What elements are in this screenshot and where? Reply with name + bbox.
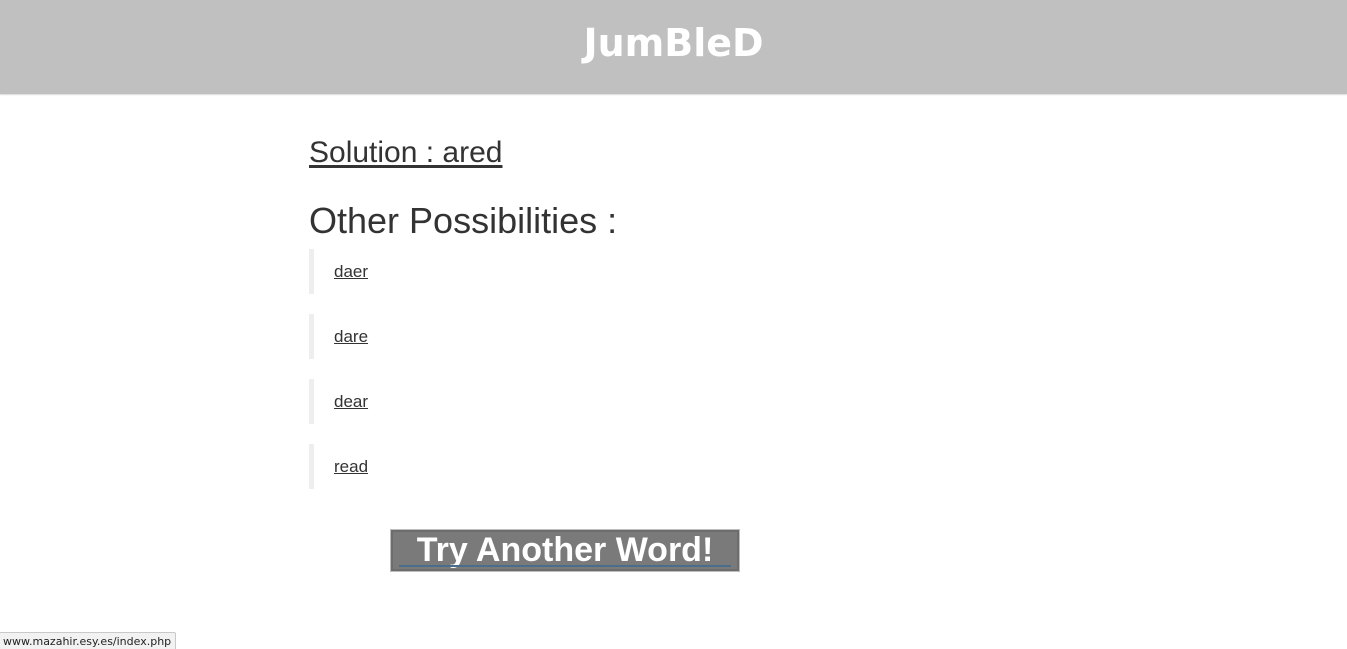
- possibility-link-read[interactable]: read: [334, 457, 368, 477]
- possibility-link-dare[interactable]: dare: [334, 327, 368, 347]
- list-item: dear: [309, 379, 368, 424]
- try-another-word-label: Try Another Word!: [416, 531, 714, 569]
- site-logo[interactable]: JumBleD: [0, 16, 1347, 70]
- browser-status-bar: www.mazahir.esy.es/index.php: [0, 632, 177, 649]
- possibility-link-dear[interactable]: dear: [334, 392, 368, 412]
- solution-link[interactable]: Solution : ared: [309, 136, 502, 170]
- list-item: read: [309, 444, 368, 489]
- site-header: JumBleD: [0, 0, 1347, 94]
- list-item: daer: [309, 249, 368, 294]
- try-another-word-button[interactable]: Try Another Word!: [390, 529, 740, 572]
- possibilities-list: daer dare dear read: [309, 249, 368, 509]
- list-item: dare: [309, 314, 368, 359]
- button-underline: [399, 565, 731, 567]
- other-possibilities-heading: Other Possibilities :: [309, 200, 618, 241]
- possibility-link-daer[interactable]: daer: [334, 262, 368, 282]
